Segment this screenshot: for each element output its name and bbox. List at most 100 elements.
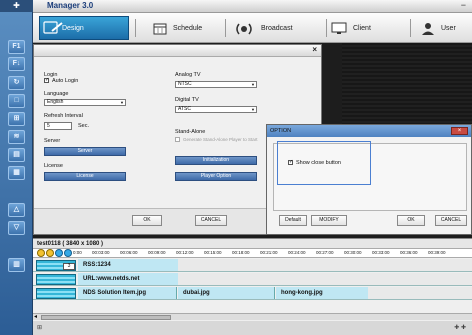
monitor-icon — [331, 22, 347, 34]
language-select[interactable]: English ▼ — [44, 99, 126, 106]
nav-separator — [225, 19, 226, 37]
status-zoom-icons[interactable]: ✚ ✚ — [454, 324, 466, 331]
nav-separator — [135, 19, 136, 37]
track-lane — [37, 295, 75, 297]
list-icon[interactable]: ▤ — [8, 148, 25, 162]
scroll-left-icon[interactable]: ◂ — [34, 313, 37, 320]
empty-track-area[interactable] — [178, 259, 472, 271]
nav-separator — [410, 19, 411, 37]
top-nav: Design Schedule Broadcast Client User — [33, 13, 472, 43]
timeline-clip[interactable]: URL:www.netds.net — [78, 273, 178, 285]
ruler-tick: 00:15:00 — [204, 250, 222, 255]
scrollbar-thumb[interactable] — [41, 315, 171, 320]
server-button[interactable]: Server — [44, 147, 126, 156]
down-triangle-icon[interactable]: ▽ — [8, 221, 25, 235]
chevron-down-icon: ▼ — [251, 107, 255, 112]
tab-client-label: Client — [353, 25, 371, 32]
rotate-icon[interactable]: ↻ — [8, 76, 25, 90]
option-dialog-title: OPTION — [270, 128, 292, 134]
track-lane — [37, 291, 75, 293]
triangle-icon[interactable]: △ — [8, 203, 25, 217]
timeline-clip[interactable]: NDS Solution Item.jpg — [78, 287, 177, 299]
close-icon[interactable]: × — [451, 127, 468, 135]
license-button[interactable]: License — [44, 172, 126, 181]
settings-cancel-button[interactable]: CANCEL — [195, 215, 227, 226]
settings-ok-button[interactable]: OK — [132, 215, 162, 226]
layout-icon[interactable]: ▥ — [8, 258, 25, 272]
timeline-clip[interactable]: hong-kong.jpg — [276, 287, 368, 299]
tab-design-label: Design — [62, 24, 84, 32]
empty-track-area[interactable] — [178, 273, 472, 285]
font-icon[interactable]: F↓ — [8, 57, 25, 71]
timeline-track: 3 RSS:1234 — [33, 259, 472, 272]
option-dialog-header: OPTION × — [267, 125, 471, 137]
tab-schedule[interactable]: Schedule — [153, 18, 202, 39]
show-close-label: Show close button — [296, 160, 341, 166]
user-icon — [422, 23, 434, 35]
track-layer-icon[interactable]: 3 — [36, 260, 76, 271]
tab-broadcast[interactable]: Broadcast — [233, 18, 293, 39]
left-sidebar: ✚ F1 F↓ ↻ □ ⊞ ≋ ▤ ▦ △ ▽ ▥ — [0, 0, 33, 335]
settings-dialog-header: × — [34, 45, 321, 57]
table-icon[interactable]: ▦ — [8, 166, 25, 180]
option-dialog: OPTION × Show close button Default MODIF… — [266, 124, 472, 235]
refresh-stepper[interactable]: 5 — [44, 122, 72, 130]
track-lane — [37, 277, 75, 279]
f1-icon[interactable]: F1 — [8, 40, 25, 54]
timeline-clip[interactable]: dubai.jpg — [178, 287, 275, 299]
option-ok-button[interactable]: OK — [397, 215, 425, 226]
timeline-title: test0118 ( 3840 x 1080 ) — [33, 239, 472, 249]
chevron-down-icon: ▼ — [251, 82, 255, 87]
digital-tv-select[interactable]: ATSC ▼ — [175, 106, 257, 113]
digital-tv-label: Digital TV — [175, 97, 199, 103]
ruler-tick: 00:27:00 — [316, 250, 334, 255]
analog-tv-value: NTSC — [178, 81, 192, 87]
ruler-tick: 0:00 — [73, 250, 82, 255]
status-grid-icon[interactable]: ⊞ — [37, 324, 42, 331]
chevron-down-icon: ▼ — [120, 100, 124, 105]
time-ruler[interactable]: 0:00 00:03:00 00:06:00 00:09:00 00:12:00… — [33, 249, 472, 258]
timeline-clip[interactable]: RSS:1234 — [78, 259, 178, 271]
window-icon[interactable]: □ — [8, 94, 25, 108]
pin-icon[interactable]: ✚ — [0, 0, 33, 12]
timeline-track: NDS Solution Item.jpg dubai.jpg hong-kon… — [33, 287, 472, 300]
tab-client[interactable]: Client — [331, 18, 371, 39]
modify-button[interactable]: MODIFY — [311, 215, 347, 226]
grid-icon[interactable]: ⊞ — [8, 112, 25, 126]
zoom-out-icon[interactable] — [64, 249, 72, 257]
refresh-value: 5 — [47, 123, 50, 129]
timeline-track: URL:www.netds.net — [33, 273, 472, 286]
ruler-tick: 00:30:00 — [344, 250, 362, 255]
tab-user[interactable]: User — [421, 18, 456, 39]
tab-user-label: User — [441, 25, 456, 32]
track-layer-icon[interactable] — [36, 288, 76, 299]
design-icon — [43, 21, 63, 34]
play-icon[interactable] — [37, 249, 45, 257]
option-cancel-button[interactable]: CANCEL — [435, 215, 467, 226]
ruler-tools — [37, 249, 72, 258]
player-option-button[interactable]: Player Option — [175, 172, 257, 181]
track-layer-icon[interactable] — [36, 274, 76, 285]
close-icon[interactable]: × — [312, 45, 317, 54]
empty-track-area[interactable] — [368, 287, 472, 299]
refresh-label: Refresh Interval — [44, 113, 83, 119]
show-close-checkbox[interactable] — [288, 160, 293, 165]
auto-login-checkbox[interactable] — [44, 78, 49, 83]
zoom-in-icon[interactable] — [55, 249, 63, 257]
broadcast-icon — [236, 23, 252, 34]
analog-tv-label: Analog TV — [175, 72, 201, 78]
ruler-tick: 00:33:00 — [372, 250, 390, 255]
ruler-tick: 00:36:00 — [400, 250, 418, 255]
tab-broadcast-label: Broadcast — [261, 25, 293, 32]
minimize-button[interactable]: − — [461, 0, 466, 10]
analog-tv-select[interactable]: NTSC ▼ — [175, 81, 257, 88]
default-button[interactable]: Default — [279, 215, 307, 226]
pause-icon[interactable] — [46, 249, 54, 257]
tab-design[interactable]: Design — [39, 16, 129, 40]
digital-tv-value: ATSC — [178, 106, 191, 112]
timeline-scrollbar[interactable]: ◂ — [33, 313, 472, 320]
standalone-checkbox[interactable] — [175, 137, 180, 142]
calendar-icon — [153, 23, 167, 35]
feed-icon[interactable]: ≋ — [8, 130, 25, 144]
initialization-button[interactable]: Initialization — [175, 156, 257, 165]
